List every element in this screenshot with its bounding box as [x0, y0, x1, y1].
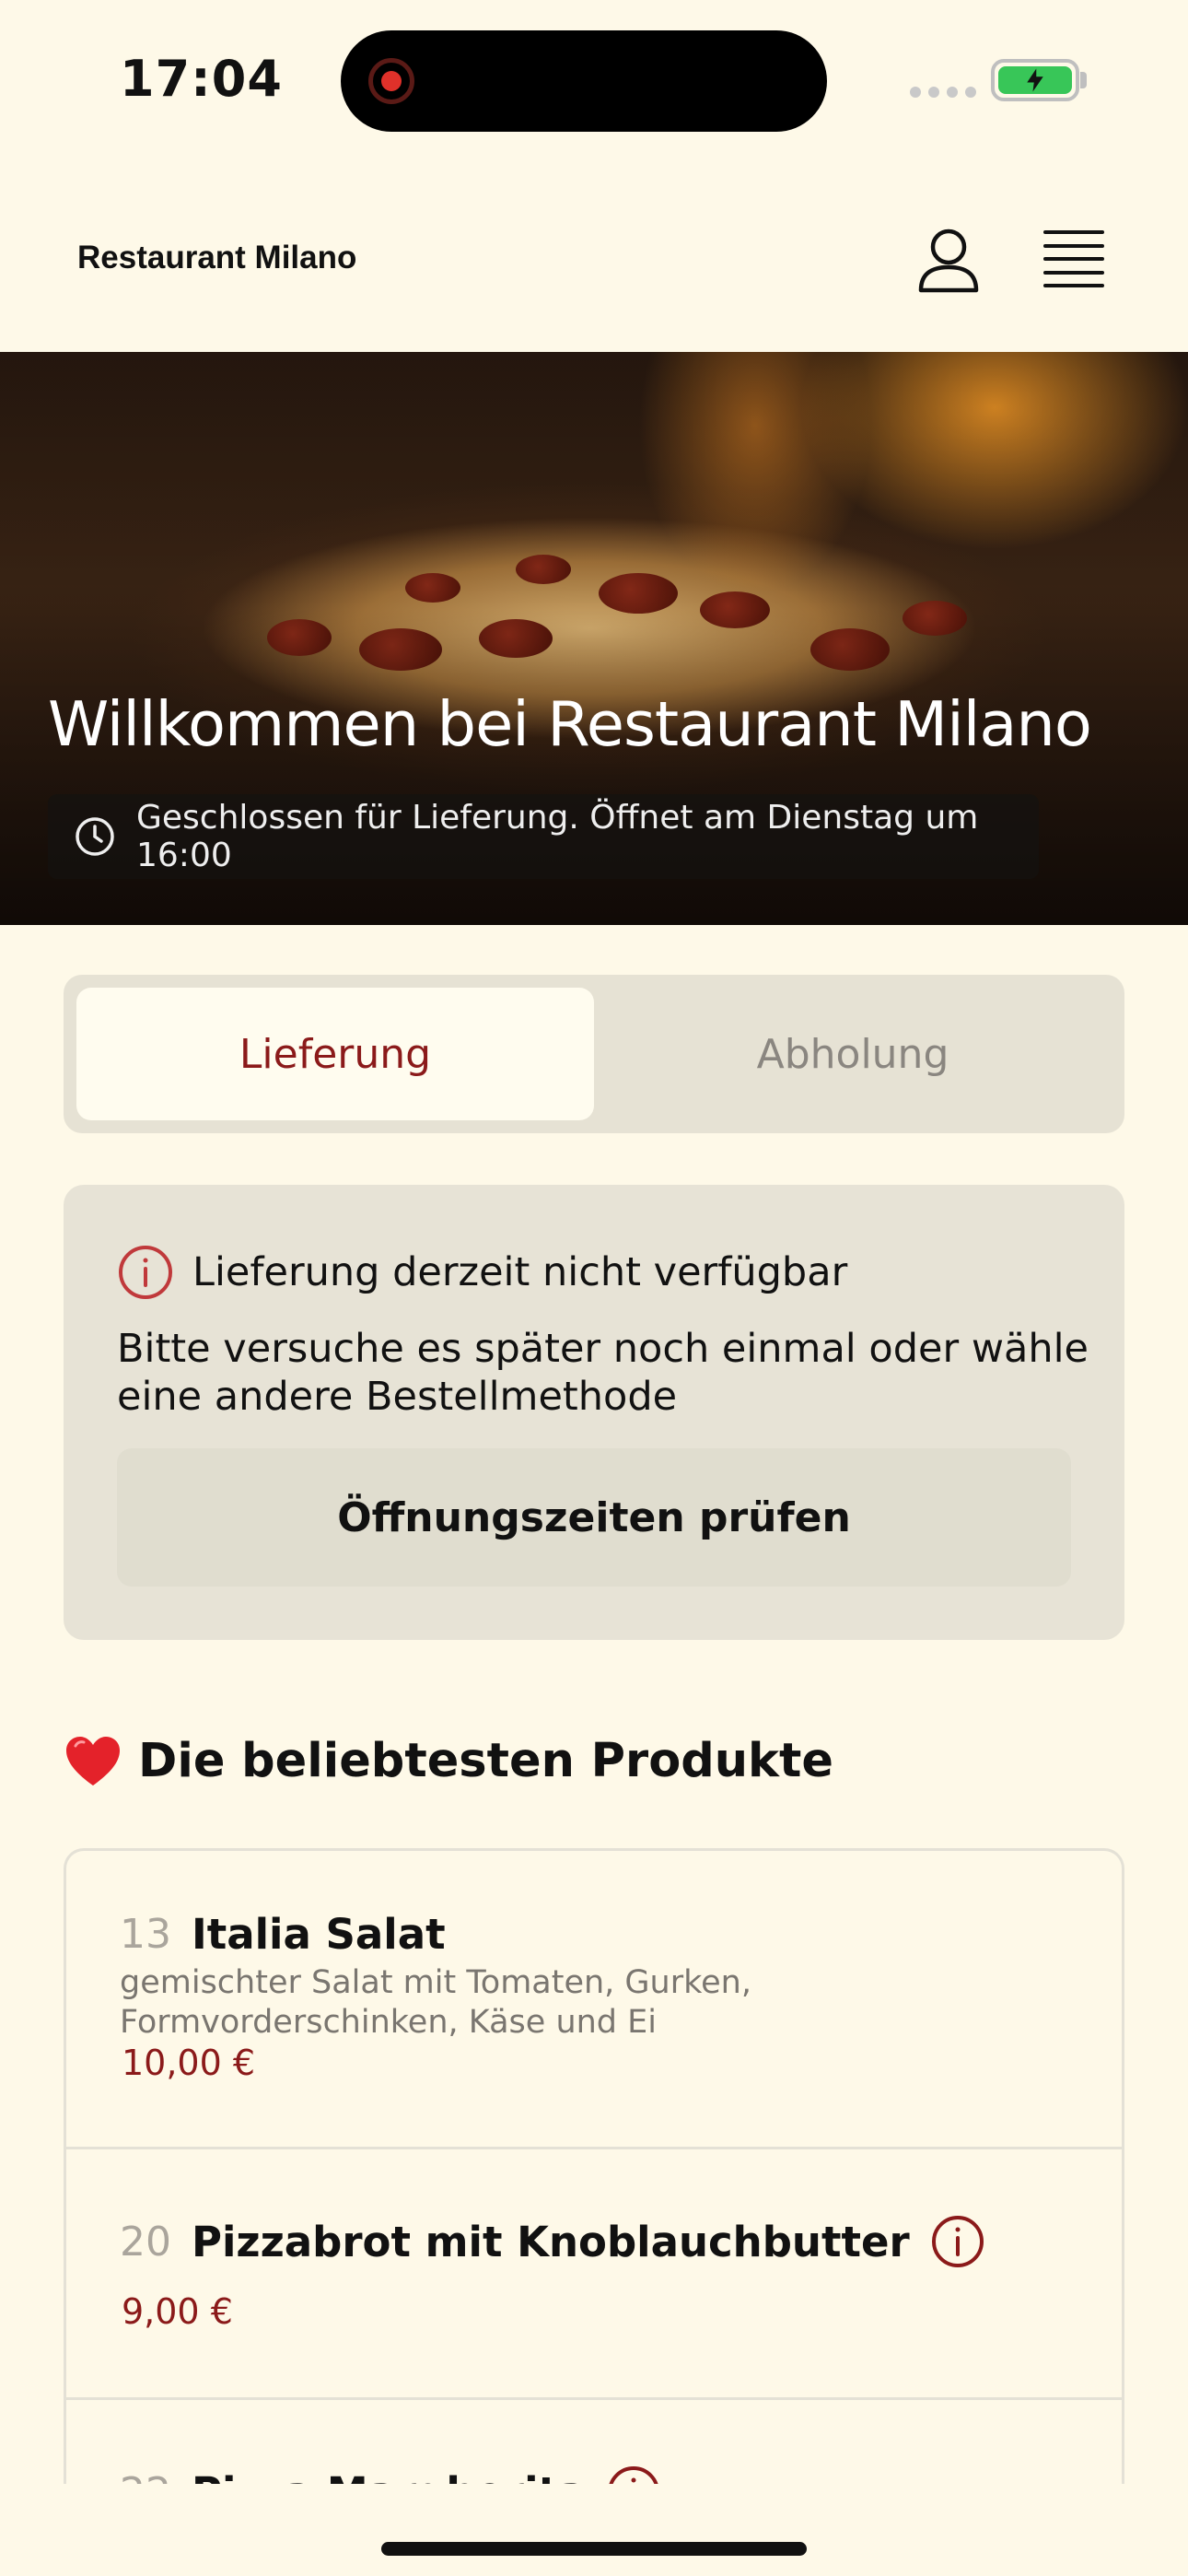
heart-icon: [66, 1736, 120, 1786]
menu-button[interactable]: [1043, 230, 1104, 287]
product-number: 22: [120, 2469, 171, 2485]
status-time: 17:04: [120, 50, 283, 108]
opening-status-badge: Geschlossen für Lieferung. Öffnet am Die…: [48, 794, 1039, 879]
product-price: 10,00 €: [122, 2043, 256, 2083]
opening-status-text: Geschlossen für Lieferung. Öffnet am Die…: [136, 799, 979, 874]
restaurant-name[interactable]: Restaurant Milano: [77, 240, 356, 276]
product-item[interactable]: 20 Pizzabrot mit Knoblauchbutter 9,00 €: [66, 2149, 1122, 2400]
recording-icon: [368, 58, 414, 104]
status-bar: 17:04: [0, 0, 1188, 166]
hero-banner: Willkommen bei Restaurant Milano Geschlo…: [0, 352, 1188, 925]
info-icon: [119, 1246, 172, 1299]
product-description: gemischter Salat mit Tomaten, Gurken, Fo…: [120, 1964, 751, 2041]
order-mode-toggle: Lieferung Abholung: [64, 975, 1124, 1133]
product-item[interactable]: 22 Pizza Margherita: [66, 2400, 1122, 2485]
delivery-unavailable-notice: Lieferung derzeit nicht verfügbar Bitte …: [64, 1185, 1124, 1640]
home-indicator[interactable]: [381, 2542, 807, 2556]
product-number: 20: [120, 2218, 171, 2266]
app-header: Restaurant Milano: [0, 166, 1188, 352]
battery-icon: [991, 59, 1079, 101]
info-icon[interactable]: [930, 2214, 985, 2269]
person-icon: [918, 228, 979, 293]
signal-icon: [910, 87, 976, 98]
product-name: Italia Salat: [192, 1910, 446, 1959]
product-name: Pizzabrot mit Knoblauchbutter: [192, 2217, 910, 2266]
info-icon[interactable]: [606, 2465, 661, 2484]
check-opening-hours-button[interactable]: Öffnungszeiten prüfen: [117, 1448, 1071, 1587]
tab-delivery[interactable]: Lieferung: [76, 988, 594, 1120]
product-price: 9,00 €: [122, 2291, 233, 2332]
section-title-popular: Die beliebtesten Produkte: [64, 1734, 833, 1788]
product-number: 13: [120, 1911, 171, 1958]
hamburger-icon: [1043, 230, 1104, 234]
hero-title: Willkommen bei Restaurant Milano: [48, 688, 1092, 760]
product-item[interactable]: 13 Italia Salat gemischter Salat mit Tom…: [66, 1851, 1122, 2149]
profile-button[interactable]: [916, 227, 981, 293]
clock-icon: [76, 817, 114, 856]
product-list: 13 Italia Salat gemischter Salat mit Tom…: [64, 1848, 1124, 2484]
product-name: Pizza Margherita: [192, 2468, 586, 2485]
dynamic-island: [341, 30, 827, 132]
tab-pickup[interactable]: Abholung: [594, 988, 1112, 1120]
notice-title: Lieferung derzeit nicht verfügbar: [192, 1249, 848, 1295]
notice-body: Bitte versuche es später noch einmal ode…: [117, 1326, 1089, 1420]
